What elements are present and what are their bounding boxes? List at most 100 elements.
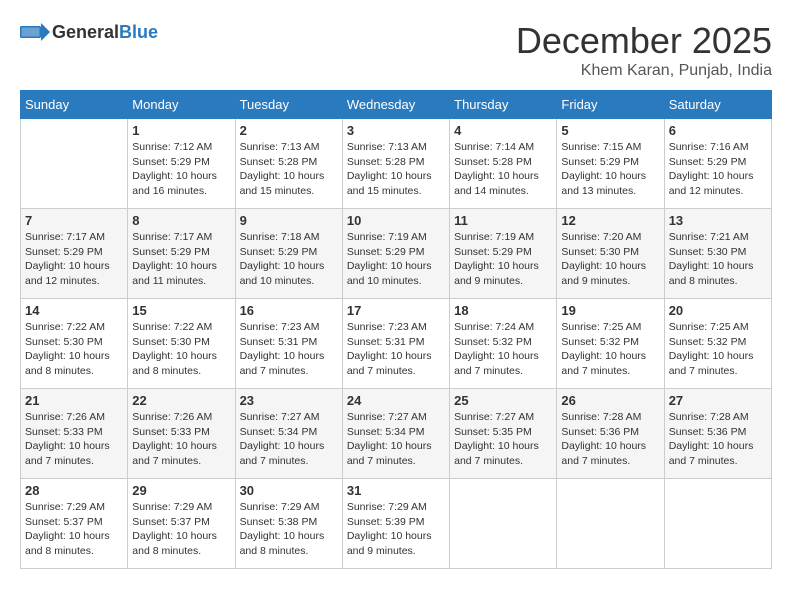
logo: GeneralBlue <box>20 20 158 44</box>
day-number: 24 <box>347 393 445 408</box>
day-number: 7 <box>25 213 123 228</box>
day-info: Sunrise: 7:29 AMSunset: 5:37 PMDaylight:… <box>25 500 123 559</box>
table-row: 1 Sunrise: 7:12 AMSunset: 5:29 PMDaylight… <box>128 119 235 209</box>
table-row: 17 Sunrise: 7:23 AMSunset: 5:31 PMDayligh… <box>342 299 449 389</box>
table-row: 28 Sunrise: 7:29 AMSunset: 5:37 PMDayligh… <box>21 479 128 569</box>
table-row: 25 Sunrise: 7:27 AMSunset: 5:35 PMDayligh… <box>450 389 557 479</box>
location: Khem Karan, Punjab, India <box>516 62 772 80</box>
table-row: 31Sunrise: 7:29 AMSunset: 5:39 PMDayligh… <box>342 479 449 569</box>
table-row: 10 Sunrise: 7:19 AMSunset: 5:29 PMDayligh… <box>342 209 449 299</box>
week-row-3: 21 Sunrise: 7:26 AMSunset: 5:33 PMDayligh… <box>21 389 772 479</box>
day-number: 15 <box>132 303 230 318</box>
day-info: Sunrise: 7:21 AMSunset: 5:30 PMDaylight:… <box>669 230 767 289</box>
day-number: 27 <box>669 393 767 408</box>
day-number: 29 <box>132 483 230 498</box>
title-area: December 2025 Khem Karan, Punjab, India <box>516 20 772 80</box>
day-info: Sunrise: 7:17 AMSunset: 5:29 PMDaylight:… <box>132 230 230 289</box>
day-number: 17 <box>347 303 445 318</box>
day-info: Sunrise: 7:19 AMSunset: 5:29 PMDaylight:… <box>347 230 445 289</box>
table-row: 5 Sunrise: 7:15 AMSunset: 5:29 PMDaylight… <box>557 119 664 209</box>
table-row <box>664 479 771 569</box>
table-row: 26 Sunrise: 7:28 AMSunset: 5:36 PMDayligh… <box>557 389 664 479</box>
day-info: Sunrise: 7:16 AMSunset: 5:29 PMDaylight:… <box>669 140 767 199</box>
day-number: 21 <box>25 393 123 408</box>
day-info: Sunrise: 7:25 AMSunset: 5:32 PMDaylight:… <box>561 320 659 379</box>
day-info: Sunrise: 7:29 AMSunset: 5:39 PMDaylight:… <box>347 500 445 559</box>
day-info: Sunrise: 7:24 AMSunset: 5:32 PMDaylight:… <box>454 320 552 379</box>
col-thursday: Thursday <box>450 91 557 119</box>
day-info: Sunrise: 7:22 AMSunset: 5:30 PMDaylight:… <box>25 320 123 379</box>
day-info: Sunrise: 7:19 AMSunset: 5:29 PMDaylight:… <box>454 230 552 289</box>
table-row: 20Sunrise: 7:25 AMSunset: 5:32 PMDayligh… <box>664 299 771 389</box>
day-number: 30 <box>240 483 338 498</box>
day-info: Sunrise: 7:29 AMSunset: 5:38 PMDaylight:… <box>240 500 338 559</box>
day-number: 26 <box>561 393 659 408</box>
logo-general: General <box>52 22 119 42</box>
week-row-4: 28 Sunrise: 7:29 AMSunset: 5:37 PMDayligh… <box>21 479 772 569</box>
day-info: Sunrise: 7:17 AMSunset: 5:29 PMDaylight:… <box>25 230 123 289</box>
col-friday: Friday <box>557 91 664 119</box>
day-info: Sunrise: 7:27 AMSunset: 5:34 PMDaylight:… <box>347 410 445 469</box>
col-sunday: Sunday <box>21 91 128 119</box>
table-row: 3 Sunrise: 7:13 AMSunset: 5:28 PMDaylight… <box>342 119 449 209</box>
table-row <box>450 479 557 569</box>
table-row: 21 Sunrise: 7:26 AMSunset: 5:33 PMDayligh… <box>21 389 128 479</box>
week-row-1: 7 Sunrise: 7:17 AMSunset: 5:29 PMDaylight… <box>21 209 772 299</box>
table-row: 13 Sunrise: 7:21 AMSunset: 5:30 PMDayligh… <box>664 209 771 299</box>
day-info: Sunrise: 7:29 AMSunset: 5:37 PMDaylight:… <box>132 500 230 559</box>
day-info: Sunrise: 7:14 AMSunset: 5:28 PMDaylight:… <box>454 140 552 199</box>
table-row: 14 Sunrise: 7:22 AMSunset: 5:30 PMDayligh… <box>21 299 128 389</box>
table-row: 22 Sunrise: 7:26 AMSunset: 5:33 PMDayligh… <box>128 389 235 479</box>
day-number: 3 <box>347 123 445 138</box>
day-number: 5 <box>561 123 659 138</box>
day-info: Sunrise: 7:27 AMSunset: 5:35 PMDaylight:… <box>454 410 552 469</box>
day-number: 10 <box>347 213 445 228</box>
table-row: 9Sunrise: 7:18 AMSunset: 5:29 PMDaylight… <box>235 209 342 299</box>
table-row: 19 Sunrise: 7:25 AMSunset: 5:32 PMDayligh… <box>557 299 664 389</box>
table-row: 8 Sunrise: 7:17 AMSunset: 5:29 PMDaylight… <box>128 209 235 299</box>
day-number: 19 <box>561 303 659 318</box>
day-number: 1 <box>132 123 230 138</box>
month-year: December 2025 <box>516 20 772 62</box>
day-number: 25 <box>454 393 552 408</box>
col-tuesday: Tuesday <box>235 91 342 119</box>
day-number: 23 <box>240 393 338 408</box>
table-row: 24 Sunrise: 7:27 AMSunset: 5:34 PMDayligh… <box>342 389 449 479</box>
col-monday: Monday <box>128 91 235 119</box>
day-number: 13 <box>669 213 767 228</box>
logo-text: GeneralBlue <box>52 23 158 42</box>
table-row <box>21 119 128 209</box>
day-number: 16 <box>240 303 338 318</box>
table-row: 7 Sunrise: 7:17 AMSunset: 5:29 PMDaylight… <box>21 209 128 299</box>
day-info: Sunrise: 7:15 AMSunset: 5:29 PMDaylight:… <box>561 140 659 199</box>
day-number: 28 <box>25 483 123 498</box>
day-info: Sunrise: 7:28 AMSunset: 5:36 PMDaylight:… <box>561 410 659 469</box>
table-row: 16 Sunrise: 7:23 AMSunset: 5:31 PMDayligh… <box>235 299 342 389</box>
week-row-2: 14 Sunrise: 7:22 AMSunset: 5:30 PMDayligh… <box>21 299 772 389</box>
day-number: 14 <box>25 303 123 318</box>
day-info: Sunrise: 7:26 AMSunset: 5:33 PMDaylight:… <box>25 410 123 469</box>
day-info: Sunrise: 7:23 AMSunset: 5:31 PMDaylight:… <box>240 320 338 379</box>
day-info: Sunrise: 7:25 AMSunset: 5:32 PMDaylight:… <box>669 320 767 379</box>
day-info: Sunrise: 7:26 AMSunset: 5:33 PMDaylight:… <box>132 410 230 469</box>
week-row-0: 1 Sunrise: 7:12 AMSunset: 5:29 PMDaylight… <box>21 119 772 209</box>
table-row: 11Sunrise: 7:19 AMSunset: 5:29 PMDayligh… <box>450 209 557 299</box>
day-info: Sunrise: 7:13 AMSunset: 5:28 PMDaylight:… <box>347 140 445 199</box>
day-number: 8 <box>132 213 230 228</box>
calendar-table: Sunday Monday Tuesday Wednesday Thursday… <box>20 90 772 569</box>
day-number: 12 <box>561 213 659 228</box>
day-info: Sunrise: 7:22 AMSunset: 5:30 PMDaylight:… <box>132 320 230 379</box>
table-row: 27Sunrise: 7:28 AMSunset: 5:36 PMDayligh… <box>664 389 771 479</box>
table-row: 29 Sunrise: 7:29 AMSunset: 5:37 PMDayligh… <box>128 479 235 569</box>
day-number: 4 <box>454 123 552 138</box>
day-number: 22 <box>132 393 230 408</box>
day-info: Sunrise: 7:20 AMSunset: 5:30 PMDaylight:… <box>561 230 659 289</box>
table-row: 4 Sunrise: 7:14 AMSunset: 5:28 PMDaylight… <box>450 119 557 209</box>
table-row: 23Sunrise: 7:27 AMSunset: 5:34 PMDayligh… <box>235 389 342 479</box>
day-info: Sunrise: 7:12 AMSunset: 5:29 PMDaylight:… <box>132 140 230 199</box>
logo-blue: Blue <box>119 22 158 42</box>
table-row: 30 Sunrise: 7:29 AMSunset: 5:38 PMDayligh… <box>235 479 342 569</box>
day-number: 18 <box>454 303 552 318</box>
header: GeneralBlue December 2025 Khem Karan, Pu… <box>20 20 772 80</box>
day-info: Sunrise: 7:23 AMSunset: 5:31 PMDaylight:… <box>347 320 445 379</box>
